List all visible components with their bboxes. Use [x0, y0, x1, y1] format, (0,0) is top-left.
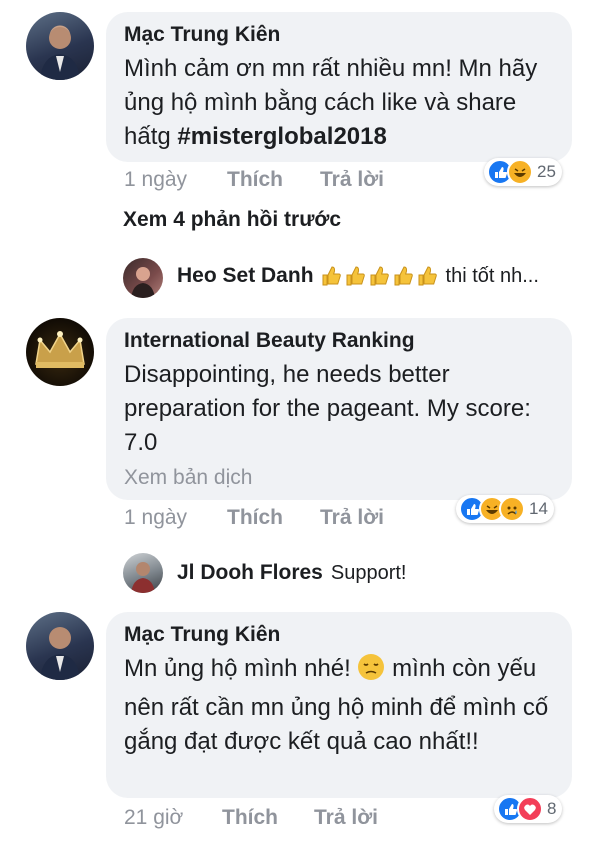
reply-button[interactable]: Trả lời [320, 506, 384, 530]
crown-icon [35, 331, 85, 368]
disappointed-emoji [357, 653, 385, 691]
comment-author[interactable]: Mạc Trung Kiên [124, 22, 554, 48]
like-button[interactable]: Thích [227, 168, 283, 192]
avatar-mac-trung-kien[interactable] [26, 612, 94, 680]
reply-item: Jl Dooh Flores Support! [177, 561, 406, 585]
sad-icon [499, 496, 525, 522]
comment-time[interactable]: 1 ngày [124, 506, 187, 530]
avatar-mac-trung-kien[interactable] [26, 12, 94, 80]
comment-author[interactable]: Mạc Trung Kiên [124, 622, 554, 648]
comment-text-part1: Mn ủng hộ mình nhé! [124, 655, 358, 682]
like-button[interactable]: Thích [222, 806, 278, 830]
haha-icon [507, 159, 533, 185]
avatar-image [131, 267, 155, 298]
see-translation-link[interactable]: Xem bản dịch [124, 464, 554, 492]
thumbs-up-emoji-row [320, 264, 438, 288]
thumbs-up-emoji [322, 266, 341, 286]
comment-author[interactable]: International Beauty Ranking [124, 328, 554, 354]
comment-bubble: International Beauty Ranking Disappointi… [106, 318, 572, 500]
reply-button[interactable]: Trả lời [314, 806, 378, 830]
comment-text: Mn ủng hộ mình nhé! mình còn yếu nên rất… [124, 652, 554, 759]
comment-text: Disappointing, he needs better preparati… [124, 361, 531, 456]
thumbs-up-emoji [370, 266, 389, 286]
reply-item: Heo Set Danh thi tốt nh... [177, 264, 539, 288]
reply-text: Support! [330, 561, 407, 584]
comment-time[interactable]: 1 ngày [124, 168, 187, 192]
reaction-count: 14 [529, 499, 548, 518]
comment-text: Mình cảm ơn mn rất nhiều mn! Mn hãy ủng … [124, 52, 554, 154]
reaction-summary[interactable]: 25 [484, 158, 562, 186]
thumbs-up-emoji [418, 266, 437, 286]
thumbs-up-emoji [394, 266, 413, 286]
comment-time[interactable]: 21 giờ [124, 806, 183, 830]
reaction-summary[interactable]: 8 [494, 795, 563, 823]
avatar-image [131, 562, 155, 593]
reply-author[interactable]: Heo Set Danh [177, 264, 314, 288]
avatar-heo-set-danh[interactable] [123, 258, 163, 298]
reaction-count: 25 [537, 162, 556, 181]
reaction-count: 8 [547, 799, 557, 818]
reply-text[interactable]: thi tốt nh... [446, 265, 539, 288]
avatar-international-beauty-ranking[interactable] [26, 318, 94, 386]
avatar-image [40, 627, 80, 680]
like-button[interactable]: Thích [227, 506, 283, 530]
reply-author[interactable]: Jl Dooh Flores [177, 561, 323, 585]
comment-bubble: Mạc Trung Kiên Mn ủng hộ mình nhé! mình … [106, 612, 572, 798]
love-icon [517, 796, 543, 822]
comment-bubble: Mạc Trung Kiên Mình cảm ơn mn rất nhiều … [106, 12, 572, 162]
avatar-image [40, 27, 80, 80]
thumbs-up-emoji [346, 266, 365, 286]
avatar-jl-dooh-flores[interactable] [123, 553, 163, 593]
reaction-summary[interactable]: 14 [456, 495, 554, 523]
view-previous-replies[interactable]: Xem 4 phản hồi trước [123, 208, 341, 232]
reply-button[interactable]: Trả lời [320, 168, 384, 192]
hashtag-link[interactable]: #misterglobal2018 [177, 123, 386, 150]
